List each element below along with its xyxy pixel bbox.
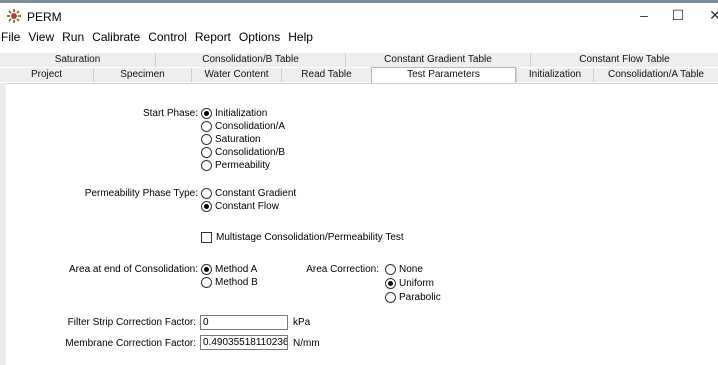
- constant-flow-radio[interactable]: Constant Flow: [201, 201, 279, 212]
- tab-row-1: Saturation Consolidation/B Table Constan…: [0, 53, 718, 67]
- area-correction-none-radio[interactable]: None: [385, 264, 423, 275]
- radio-icon: [201, 277, 212, 288]
- radio-icon: [201, 121, 212, 132]
- menu-view[interactable]: View: [24, 29, 58, 47]
- radio-icon: [201, 134, 212, 145]
- tab-test-parameters[interactable]: Test Parameters: [371, 67, 516, 83]
- start-phase-consolidation-a-radio[interactable]: Consolidation/A: [201, 121, 285, 132]
- tab-consolidation-a-table[interactable]: Consolidation/A Table: [593, 68, 718, 82]
- radio-selected-icon: [385, 278, 396, 289]
- method-a-radio[interactable]: Method A: [201, 264, 257, 275]
- app-icon: [7, 9, 21, 23]
- tab-water-content[interactable]: Water Content: [191, 68, 281, 82]
- radio-label: Parabolic: [399, 292, 441, 303]
- menu-options[interactable]: Options: [235, 29, 284, 47]
- close-button[interactable]: ✕: [700, 4, 718, 26]
- radio-icon: [201, 160, 212, 171]
- multistage-checkbox[interactable]: Multistage Consolidation/Permeability Te…: [201, 232, 404, 243]
- radio-label: Consolidation/A: [215, 121, 286, 132]
- start-phase-label: Start Phase:: [142, 108, 198, 119]
- area-correction-label: Area Correction:: [306, 264, 379, 275]
- radio-label: Initialization: [215, 108, 268, 119]
- filter-strip-label: Filter Strip Correction Factor:: [67, 317, 196, 328]
- radio-icon: [201, 188, 212, 199]
- close-icon: ✕: [709, 6, 718, 23]
- tab-read-table[interactable]: Read Table: [281, 68, 371, 82]
- radio-label: None: [399, 264, 423, 275]
- radio-label: Constant Flow: [215, 201, 279, 212]
- radio-label: Method A: [215, 264, 258, 275]
- radio-label: Method B: [215, 277, 258, 288]
- radio-label: Constant Gradient: [215, 188, 297, 199]
- window-title: PERM: [27, 10, 62, 24]
- title-bar: PERM – ☐ ✕: [0, 0, 718, 28]
- maximize-icon: ☐: [671, 6, 685, 23]
- membrane-label: Membrane Correction Factor:: [65, 338, 196, 349]
- tab-project[interactable]: Project: [0, 68, 93, 82]
- method-b-radio[interactable]: Method B: [201, 277, 258, 288]
- minimize-icon: –: [640, 7, 648, 23]
- filter-strip-input[interactable]: 0: [200, 315, 288, 330]
- tab-initialization[interactable]: Initialization: [516, 68, 593, 82]
- menu-bar: File View Run Calibrate Control Report O…: [0, 29, 718, 47]
- start-phase-consolidation-b-radio[interactable]: Consolidation/B: [201, 147, 285, 158]
- start-phase-saturation-radio[interactable]: Saturation: [201, 134, 261, 145]
- start-phase-initialization-radio[interactable]: Initialization: [201, 108, 267, 119]
- radio-selected-icon: [201, 201, 212, 212]
- area-end-consolidation-label: Area at end of Consolidation:: [69, 264, 198, 275]
- menu-help[interactable]: Help: [284, 29, 317, 47]
- tab-saturation[interactable]: Saturation: [0, 53, 155, 67]
- minimize-button[interactable]: –: [629, 4, 659, 26]
- menu-control[interactable]: Control: [144, 29, 191, 47]
- radio-selected-icon: [201, 108, 212, 119]
- area-correction-parabolic-radio[interactable]: Parabolic: [385, 292, 441, 303]
- radio-label: Saturation: [215, 134, 261, 145]
- tab-constant-flow-table[interactable]: Constant Flow Table: [530, 53, 718, 67]
- menu-file[interactable]: File: [0, 29, 24, 47]
- filter-strip-unit: kPa: [293, 317, 311, 328]
- menu-calibrate[interactable]: Calibrate: [88, 29, 144, 47]
- menu-run[interactable]: Run: [58, 29, 88, 47]
- radio-label: Permeability: [215, 160, 271, 171]
- start-phase-permeability-radio[interactable]: Permeability: [201, 160, 270, 171]
- radio-label: Consolidation/B: [215, 147, 286, 158]
- membrane-input[interactable]: 0.490355181102362: [200, 335, 288, 350]
- checkbox-icon: [201, 232, 212, 243]
- radio-icon: [385, 292, 396, 303]
- membrane-unit: N/mm: [293, 338, 320, 349]
- radio-icon: [385, 264, 396, 275]
- radio-label: Uniform: [399, 278, 435, 289]
- area-correction-uniform-radio[interactable]: Uniform: [385, 278, 434, 289]
- title-bar-stripe: [0, 0, 718, 3]
- tab-specimen[interactable]: Specimen: [93, 68, 191, 82]
- permeability-phase-type-label: Permeability Phase Type:: [84, 188, 198, 199]
- tab-consolidation-b-table[interactable]: Consolidation/B Table: [155, 53, 345, 67]
- tab-constant-gradient-table[interactable]: Constant Gradient Table: [345, 53, 530, 67]
- checkbox-label: Multistage Consolidation/Permeability Te…: [216, 232, 404, 243]
- menu-report[interactable]: Report: [191, 29, 235, 47]
- tab-row-2: Project Specimen Water Content Read Tabl…: [0, 67, 718, 83]
- radio-icon: [201, 147, 212, 158]
- maximize-button[interactable]: ☐: [663, 4, 693, 26]
- radio-selected-icon: [201, 264, 212, 275]
- constant-gradient-radio[interactable]: Constant Gradient: [201, 188, 296, 199]
- tab-strip: Saturation Consolidation/B Table Constan…: [0, 53, 718, 83]
